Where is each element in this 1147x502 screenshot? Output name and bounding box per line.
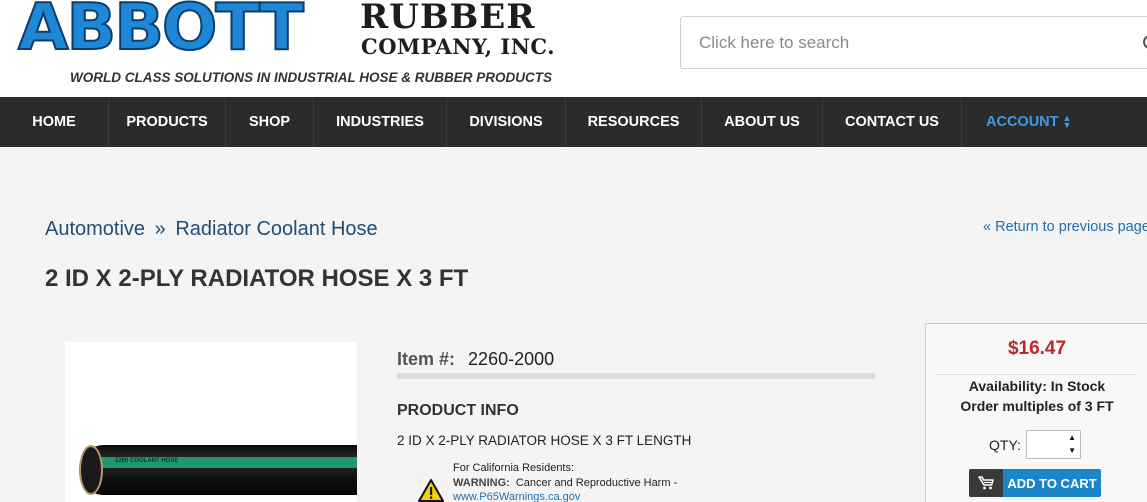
item-number-row: Item #: 2260-2000 <box>397 349 554 370</box>
nav-item-account[interactable]: ACCOUNT ▲ ▼ <box>962 97 1147 147</box>
return-link[interactable]: « Return to previous page <box>983 219 1147 235</box>
price-divider <box>936 374 1136 375</box>
add-to-cart-button[interactable]: ADD TO CART <box>969 469 1101 497</box>
product-image[interactable]: 2260 COOLANT HOSE <box>65 342 357 502</box>
stepper-up-icon[interactable]: ▲ <box>1068 434 1076 442</box>
item-number-label: Item #: <box>397 349 456 369</box>
page-title: 2 ID X 2-PLY RADIATOR HOSE X 3 FT <box>45 265 469 292</box>
main-nav: HOME PRODUCTS SHOP INDUSTRIES DIVISIONS … <box>0 97 1147 147</box>
nav-item-about-us[interactable]: ABOUT US <box>702 97 823 147</box>
availability-status: Availability: In Stock <box>968 378 1106 394</box>
logo-tagline: WORLD CLASS SOLUTIONS IN INDUSTRIAL HOSE… <box>70 70 553 85</box>
search-box[interactable] <box>680 16 1147 69</box>
logo-company-text: COMPANY, INC. <box>361 34 556 59</box>
nav-item-products[interactable]: PRODUCTS <box>109 97 226 147</box>
warning-triangle-icon <box>418 479 444 502</box>
buy-box: $16.47 Availability: In Stock Order mult… <box>925 323 1147 502</box>
updown-caret-icon: ▲ ▼ <box>1062 113 1072 130</box>
breadcrumb-category[interactable]: Automotive <box>45 218 145 240</box>
nav-item-divisions[interactable]: DIVISIONS <box>447 97 566 147</box>
product-info-heading: PRODUCT INFO <box>397 402 519 419</box>
nav-item-industries[interactable]: INDUSTRIES <box>314 97 447 147</box>
hose-print: 2260 COOLANT HOSE <box>115 458 179 464</box>
breadcrumb-subcategory[interactable]: Radiator Coolant Hose <box>175 218 377 240</box>
company-logo[interactable]: ABBOTT RUBBER COMPANY, INC. WORLD CLASS … <box>17 0 558 90</box>
site-header: ABBOTT RUBBER COMPANY, INC. WORLD CLASS … <box>0 0 1147 97</box>
product-info-text: 2 ID X 2-PLY RADIATOR HOSE X 3 FT LENGTH <box>397 433 692 448</box>
prop65-warning-text: Cancer and Reproductive Harm - <box>515 477 678 489</box>
logo-wordmark: ABBOTT <box>17 0 305 65</box>
order-multiples: Order multiples of 3 FT <box>960 398 1114 414</box>
nav-item-resources[interactable]: RESOURCES <box>566 97 702 147</box>
nav-item-contact-us[interactable]: CONTACT US <box>823 97 962 147</box>
add-to-cart-label: ADD TO CART <box>1007 475 1097 491</box>
nav-item-shop[interactable]: SHOP <box>226 97 314 147</box>
nav-account-label: ACCOUNT <box>986 114 1059 130</box>
search-input[interactable] <box>681 17 1147 68</box>
prop65-link[interactable]: www.P65Warnings.ca.gov <box>453 491 580 502</box>
breadcrumb-separator: » <box>154 218 166 240</box>
item-number-value: 2260-2000 <box>468 349 555 369</box>
qty-label: QTY: <box>989 437 1021 453</box>
cart-icon <box>969 469 1003 497</box>
quantity-stepper[interactable]: ▲ ▼ <box>1026 430 1081 459</box>
prop65-residents: For California Residents: <box>453 462 575 474</box>
prop65-warning: WARNING: Cancer and Reproductive Harm - <box>453 477 677 489</box>
logo-rubber-text: RUBBER <box>360 0 536 37</box>
nav-item-home[interactable]: HOME <box>0 97 109 147</box>
prop65-warning-label: WARNING: <box>453 477 510 489</box>
price: $16.47 <box>1007 338 1067 359</box>
hose-end <box>79 445 103 495</box>
hose-body <box>79 445 357 495</box>
item-divider <box>397 373 875 379</box>
breadcrumb: Automotive » Radiator Coolant Hose <box>45 218 378 241</box>
stepper-down-icon[interactable]: ▼ <box>1068 447 1076 455</box>
